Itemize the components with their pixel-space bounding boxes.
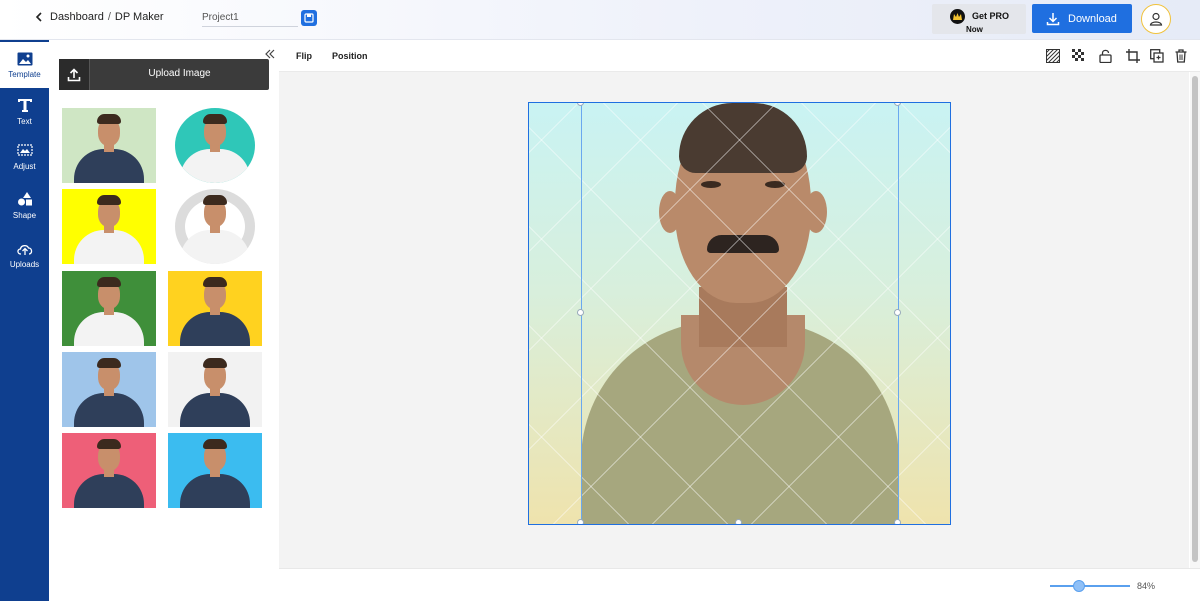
canvas-toolbar: Flip Position [279,40,1200,72]
selection-box[interactable] [581,103,899,524]
design-canvas[interactable] [528,102,951,525]
crown-icon [950,9,965,24]
upload-image-button[interactable]: Upload Image [59,59,269,90]
rail-item-adjust[interactable]: Adjust [0,134,49,180]
text-icon [17,98,32,112]
zoom-slider-track[interactable] [1050,585,1130,587]
unlock-icon[interactable] [1097,48,1113,64]
template-thumbnail[interactable] [62,108,156,183]
resize-handle-bottom-right[interactable] [894,519,901,524]
zoom-slider-handle[interactable] [1073,580,1085,592]
rail-label-shape: Shape [12,210,37,220]
template-thumbnail[interactable] [168,271,262,346]
adjust-icon [16,143,33,156]
flip-button[interactable]: Flip [296,51,312,61]
resize-handle-bottom-left[interactable] [577,519,584,524]
template-thumbnail[interactable] [62,271,156,346]
download-label: Download [1068,12,1117,25]
template-thumbnail[interactable] [62,433,156,508]
image-icon [17,52,32,65]
chevron-left-icon[interactable] [34,12,44,22]
left-tool-rail: Template Text Adjust Shape Uploads [0,40,49,601]
vertical-scrollbar[interactable] [1190,72,1200,568]
pattern-icon[interactable] [1045,48,1061,64]
trash-icon[interactable] [1173,48,1189,64]
save-button[interactable] [301,10,317,26]
crop-icon[interactable] [1125,48,1141,64]
get-pro-label: Get PRO [972,11,1010,21]
project-name-input[interactable]: Project1 [202,9,298,27]
upload-image-label: Upload Image [148,68,211,79]
top-bar: Dashboard / DP Maker Project1 Get PRO No… [0,0,1200,40]
resize-handle-middle-left[interactable] [577,309,584,316]
resize-handle-bottom-center[interactable] [735,519,742,524]
download-icon [1046,12,1060,25]
rail-label-template: Template [8,69,41,79]
cloud-upload-icon [16,244,32,255]
breadcrumb-dashboard-link[interactable]: Dashboard [50,11,104,23]
get-pro-button[interactable]: Get PRO Now [932,4,1026,34]
rail-item-uploads[interactable]: Uploads [0,232,49,278]
template-thumbnail[interactable] [62,189,156,264]
user-avatar[interactable] [1141,4,1171,34]
resize-handle-middle-right[interactable] [894,309,901,316]
rail-label-uploads: Uploads [9,259,40,269]
breadcrumb-separator: / [107,11,111,23]
rail-item-text[interactable]: Text [0,88,49,134]
template-thumbnail[interactable] [168,433,262,508]
template-thumbnail[interactable] [62,352,156,427]
template-thumbnail[interactable] [175,189,255,264]
breadcrumb-current: DP Maker [114,11,164,23]
transparency-icon[interactable] [1071,48,1087,64]
zoom-bar: 84% [279,568,1200,601]
rail-label-text: Text [17,116,32,126]
breadcrumb: Dashboard / DP Maker [34,11,164,23]
duplicate-icon[interactable] [1149,48,1165,64]
rail-item-shape[interactable]: Shape [0,182,49,228]
rail-label-adjust: Adjust [13,161,36,171]
download-button[interactable]: Download [1032,4,1132,33]
save-icon [304,13,314,23]
upload-icon [59,59,90,90]
template-thumbnail[interactable] [175,108,255,183]
get-pro-sublabel: Now [966,25,983,34]
scrollbar-thumb[interactable] [1192,76,1198,562]
position-button[interactable]: Position [332,51,368,61]
rail-item-template[interactable]: Template [0,42,49,88]
template-thumbnail[interactable] [168,352,262,427]
zoom-value: 84% [1137,581,1156,591]
shape-icon [17,191,32,205]
user-icon [1149,12,1163,26]
